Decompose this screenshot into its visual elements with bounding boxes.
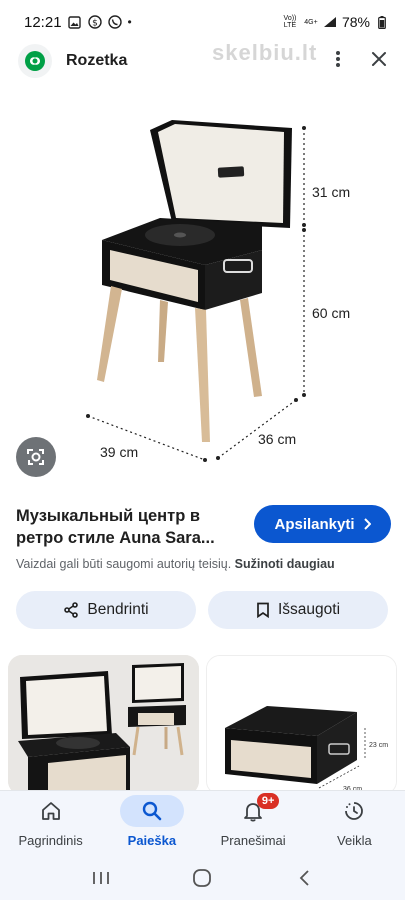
home-circle-icon bbox=[193, 869, 212, 887]
header-actions bbox=[335, 50, 387, 73]
recent-apps-button[interactable] bbox=[81, 863, 121, 893]
viber-notification-icon bbox=[107, 15, 122, 29]
gallery-notification-icon bbox=[68, 15, 82, 29]
turntable-room-thumbnail bbox=[8, 655, 199, 795]
lens-icon bbox=[27, 449, 44, 465]
system-navigation bbox=[0, 856, 405, 900]
recent-apps-icon bbox=[92, 872, 109, 884]
nav-search-label: Paieška bbox=[127, 833, 177, 848]
title-row: Музыкальный центр в ретро стиле Auna Sar… bbox=[16, 505, 391, 549]
nav-search[interactable]: Paieška bbox=[101, 795, 202, 848]
nav-home-label: Pagrindinis bbox=[18, 833, 83, 848]
bottom-navigation: Pagrindinis Paieška 9+ Pranešimai Veikla bbox=[0, 790, 405, 856]
share-button[interactable]: Bendrinti bbox=[16, 591, 196, 629]
save-label: Išsaugoti bbox=[277, 601, 341, 618]
app-header: Rozetka bbox=[0, 44, 405, 78]
signal-type-label: 4G+ bbox=[304, 18, 318, 26]
signal-strength-icon bbox=[323, 15, 337, 29]
title-line-2: ретро стиле Auna Sara... bbox=[16, 529, 215, 547]
nav-notifications-label: Pranešimai bbox=[220, 833, 286, 848]
copyright-text: Vaizdai gali būti saugomi autorių teisių… bbox=[16, 557, 232, 571]
more-options-icon[interactable] bbox=[335, 50, 341, 73]
status-right: Vo)) LTE 4G+ 78% bbox=[281, 14, 389, 30]
site-favicon[interactable] bbox=[18, 44, 52, 78]
battery-icon bbox=[375, 15, 389, 29]
share-label: Bendrinti bbox=[87, 601, 149, 618]
dim-leg-height: 60 cm bbox=[312, 305, 350, 321]
nav-activity-label: Veikla bbox=[337, 833, 372, 848]
chevron-right-icon bbox=[363, 518, 371, 530]
home-icon bbox=[41, 802, 60, 820]
bookmark-icon bbox=[257, 602, 269, 618]
visit-button-label: Apsilankyti bbox=[274, 515, 355, 533]
share-icon bbox=[64, 602, 79, 618]
svg-text:$: $ bbox=[92, 19, 98, 29]
title-line-1: Музыкальный центр в bbox=[16, 507, 201, 525]
related-image-2[interactable]: 23 cm 36 cm bbox=[206, 655, 397, 795]
save-button[interactable]: Išsaugoti bbox=[208, 591, 388, 629]
search-icon bbox=[142, 801, 162, 821]
turntable-box-thumbnail: 23 cm 36 cm bbox=[207, 656, 396, 794]
learn-more-link[interactable]: Sužinoti daugiau bbox=[235, 557, 335, 571]
visit-button[interactable]: Apsilankyti bbox=[254, 505, 391, 543]
site-name[interactable]: Rozetka bbox=[66, 52, 127, 70]
dim-lid-height: 31 cm bbox=[312, 184, 350, 200]
action-buttons: Bendrinti Išsaugoti bbox=[16, 591, 388, 629]
status-left: 12:21 $ • bbox=[24, 14, 132, 31]
battery-label: 78% bbox=[341, 14, 370, 30]
dim-depth: 36 cm bbox=[258, 431, 296, 447]
activity-icon bbox=[345, 802, 364, 820]
back-button[interactable] bbox=[284, 863, 324, 893]
dollar-notification-icon: $ bbox=[87, 15, 102, 29]
status-bar: 12:21 $ • Vo)) LTE 4G+ 78% bbox=[0, 0, 405, 44]
status-time: 12:21 bbox=[24, 13, 62, 31]
network-label: Vo)) LTE bbox=[283, 15, 297, 29]
related-image-1[interactable] bbox=[8, 655, 199, 795]
notification-badge: 9+ bbox=[257, 793, 280, 809]
thumb-dim-height: 23 cm bbox=[369, 742, 388, 749]
home-button[interactable] bbox=[182, 863, 222, 893]
nav-home[interactable]: Pagrindinis bbox=[0, 795, 101, 848]
nav-activity[interactable]: Veikla bbox=[304, 795, 405, 848]
close-icon[interactable] bbox=[371, 51, 387, 72]
more-notifications-dot-icon: • bbox=[127, 15, 132, 29]
product-title[interactable]: Музыкальный центр в ретро стиле Auna Sar… bbox=[16, 505, 241, 549]
copyright-notice: Vaizdai gali būti saugomi autorių teisių… bbox=[16, 557, 391, 571]
rozetka-logo-icon bbox=[25, 51, 45, 71]
dim-width: 39 cm bbox=[100, 444, 138, 460]
nav-notifications[interactable]: 9+ Pranešimai bbox=[203, 793, 304, 848]
turntable-stand-illustration: 31 cm 60 cm 36 cm 39 cm bbox=[86, 120, 350, 462]
product-image[interactable]: 31 cm 60 cm 36 cm 39 cm bbox=[0, 100, 405, 480]
google-lens-button[interactable] bbox=[16, 437, 56, 477]
back-chevron-icon bbox=[299, 870, 309, 886]
